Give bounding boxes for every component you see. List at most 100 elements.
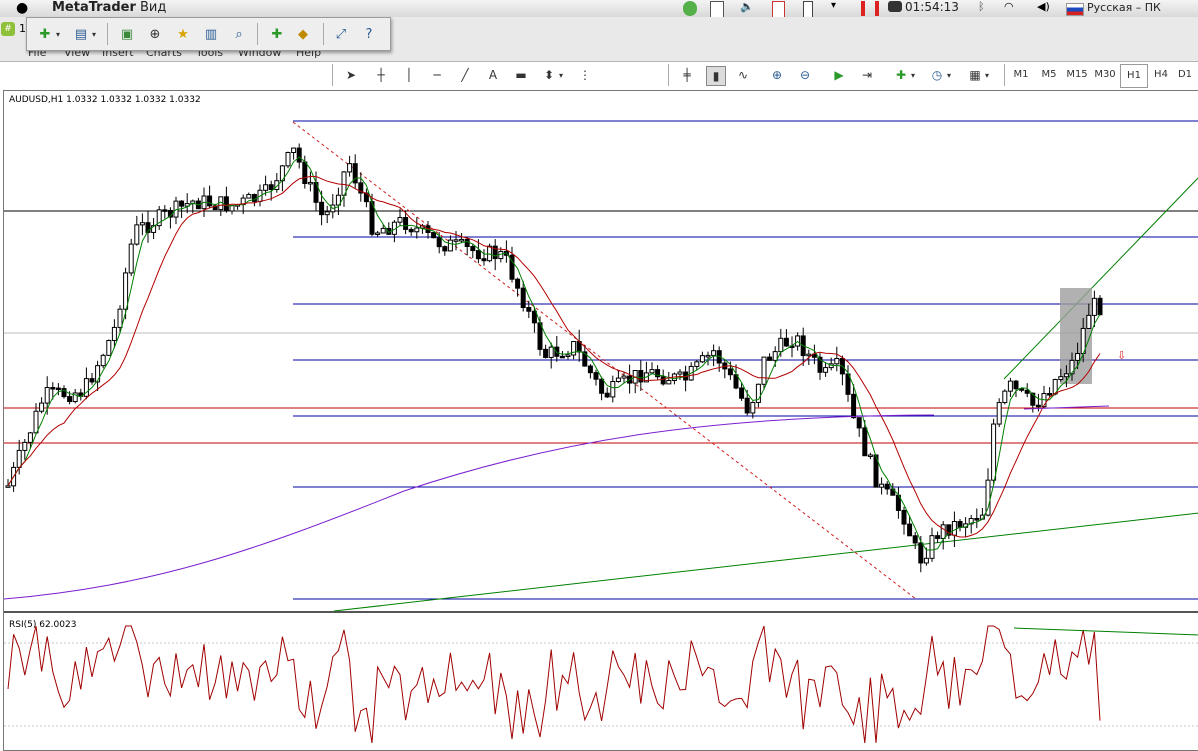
new-chart-icon[interactable]: ✚: [35, 24, 55, 44]
candle-body: [347, 163, 353, 173]
profiles-icon[interactable]: ▤: [71, 24, 91, 44]
candle-body: [884, 483, 890, 490]
app-status-icon[interactable]: [683, 1, 697, 16]
slow-moving-average: [7, 176, 1101, 538]
chevron-down-icon[interactable]: ▾: [944, 66, 954, 84]
candle-body: [1035, 404, 1041, 408]
candle-body: [649, 369, 655, 374]
candle-body: [1013, 380, 1019, 390]
timeframe-m5[interactable]: M5: [1036, 66, 1062, 84]
candle-body: [923, 557, 929, 564]
pause-icon[interactable]: [861, 1, 879, 16]
candle-body: [229, 205, 235, 212]
text-icon[interactable]: A: [484, 66, 502, 84]
new-order-icon[interactable]: ✚: [267, 24, 287, 44]
candle-body: [263, 184, 269, 191]
navigator-icon[interactable]: ▥: [201, 24, 221, 44]
volume-icon[interactable]: 🔈: [740, 0, 754, 15]
chevron-down-icon[interactable]: ▾: [831, 0, 841, 15]
app-name[interactable]: MetaTrader: [52, 0, 136, 15]
candle-body: [95, 365, 101, 383]
chevron-down-icon[interactable]: ▾: [908, 66, 918, 84]
os-menubar: ● MetaTrader Вид 🔈 ▾ 01:54:13 ᛒ ◠ ◀) Рус…: [0, 0, 1198, 18]
workspace-icon[interactable]: #: [1, 22, 15, 36]
chevron-down-icon[interactable]: ▾: [556, 66, 566, 84]
candle-body: [431, 232, 437, 239]
label-icon[interactable]: ▬: [512, 66, 530, 84]
bar-chart-icon[interactable]: ╪: [678, 66, 696, 84]
candle-body: [134, 224, 140, 245]
candlestick-icon[interactable]: ▮: [706, 66, 726, 86]
candle-body: [912, 535, 918, 544]
apple-icon[interactable]: ●: [16, 0, 28, 16]
candle-body: [851, 393, 857, 419]
cursor-icon[interactable]: ➤: [342, 66, 360, 84]
candle-body: [879, 483, 885, 488]
candle-body: [806, 353, 812, 357]
crosshair-icon[interactable]: ⊕: [145, 24, 165, 44]
candle-body: [705, 354, 711, 358]
toolbar-separator: [332, 64, 333, 86]
zoom-out-icon[interactable]: ⊖: [796, 66, 814, 84]
crosshair-icon[interactable]: ┼: [372, 66, 390, 84]
chart-shift-icon[interactable]: ⇥: [858, 66, 876, 84]
candle-body: [520, 287, 526, 309]
strategy-tester-icon[interactable]: ⌕: [229, 24, 249, 44]
candle-body: [436, 237, 442, 248]
candle-body: [862, 427, 868, 457]
auto-scroll-icon[interactable]: ▶: [830, 66, 848, 84]
candle-body: [1007, 380, 1013, 392]
candle-body: [487, 245, 493, 262]
timeframe-m15[interactable]: M15: [1064, 66, 1090, 84]
chevron-down-icon[interactable]: ▾: [982, 66, 992, 84]
candle-body: [604, 392, 610, 398]
candle-body: [1075, 353, 1081, 361]
workspace-badge: 1: [19, 22, 26, 35]
timeframe-d1[interactable]: D1: [1174, 66, 1196, 84]
close-app-icon[interactable]: [772, 1, 785, 18]
market-watch-icon[interactable]: ▣: [117, 24, 137, 44]
candle-body: [548, 346, 554, 358]
period-separators-icon[interactable]: ⋮: [576, 66, 594, 84]
timeframe-h4[interactable]: H4: [1148, 66, 1174, 84]
wifi-icon[interactable]: ◠: [1004, 0, 1022, 15]
candle-body: [268, 184, 274, 190]
clock-time: 01:54:13: [905, 0, 959, 14]
candle-body: [907, 523, 913, 537]
clock[interactable]: 01:54:13: [888, 0, 962, 16]
menu-view[interactable]: Вид: [140, 0, 166, 15]
timeframe-m1[interactable]: M1: [1008, 66, 1034, 84]
candle-body: [901, 509, 907, 525]
battery-icon[interactable]: [803, 1, 813, 18]
candle-body: [610, 381, 616, 398]
candle-body: [380, 227, 386, 234]
help-icon[interactable]: ?: [359, 24, 379, 44]
candle-body: [565, 354, 571, 357]
timeframe-m30[interactable]: M30: [1092, 66, 1118, 84]
candle-body: [1063, 373, 1069, 378]
chevron-down-icon[interactable]: ▾: [53, 24, 63, 44]
zoom-in-icon[interactable]: ⊕: [768, 66, 786, 84]
horizontal-line-icon[interactable]: ─: [428, 66, 446, 84]
speaker-icon[interactable]: ◀): [1037, 0, 1050, 15]
sell-arrow-icon: ⇩: [1117, 349, 1126, 362]
price-chart[interactable]: ⇩: [4, 91, 1198, 750]
expert-advisors-icon[interactable]: ◆: [293, 24, 313, 44]
favorites-icon[interactable]: ★: [173, 24, 193, 44]
chevron-down-icon[interactable]: ▾: [89, 24, 99, 44]
candle-body: [711, 350, 717, 356]
fullscreen-icon[interactable]: ⤢: [331, 24, 351, 44]
candle-body: [543, 348, 549, 358]
toolbar-separator: [323, 23, 324, 45]
trendline-icon[interactable]: ╱: [456, 66, 474, 84]
vertical-line-icon[interactable]: │: [400, 66, 418, 84]
timeframe-h1[interactable]: H1: [1120, 64, 1148, 88]
candle-body: [223, 196, 229, 212]
chart-window[interactable]: AUDUSD,H1 1.0332 1.0332 1.0332 1.0332 RS…: [3, 90, 1198, 751]
candle-body: [531, 310, 537, 324]
candle-body: [324, 211, 330, 216]
input-language[interactable]: Русская – ПК: [1087, 1, 1161, 14]
bluetooth-icon[interactable]: ᛒ: [978, 0, 986, 15]
line-chart-icon[interactable]: ∿: [734, 66, 752, 84]
clipboard-icon[interactable]: [710, 1, 724, 18]
